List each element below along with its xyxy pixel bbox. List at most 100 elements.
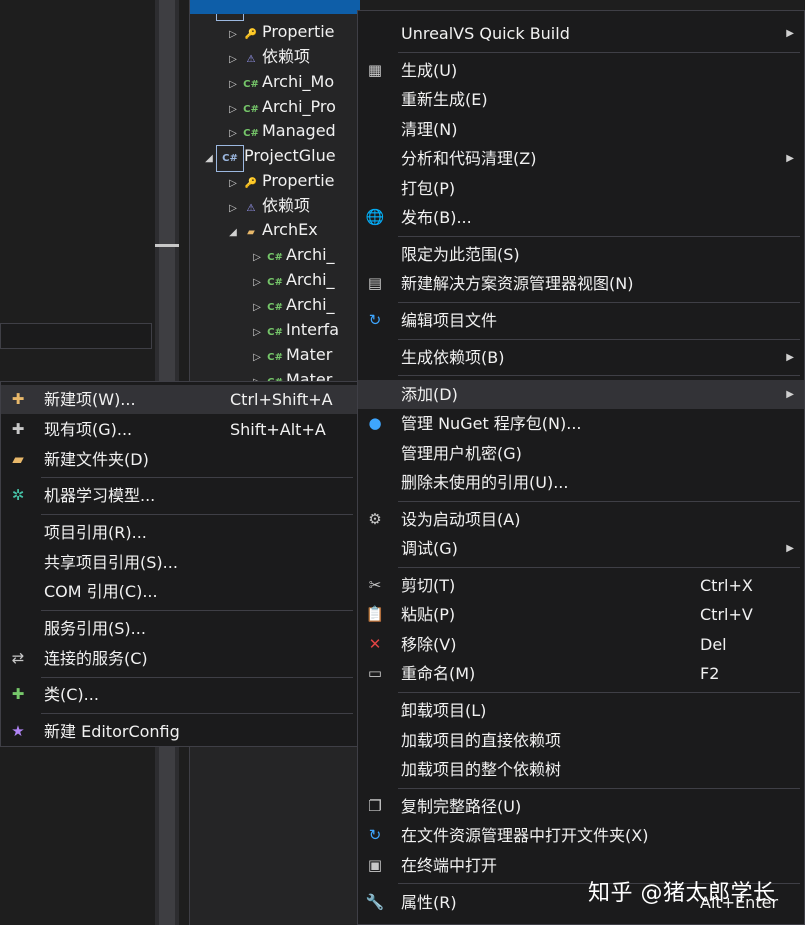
menu-item-label: 生成(U) (401, 60, 458, 80)
tree-item[interactable]: ▷ 🔑 Propertie (226, 19, 334, 44)
tree-item-label: Interfa (286, 320, 339, 339)
menu-item[interactable]: ⇄ 连接的服务(C) (1, 644, 357, 673)
tree-item[interactable]: ▷ C# Archi_Mo (226, 69, 334, 94)
menu-separator (398, 301, 800, 303)
menu-item[interactable]: 打包(P) (358, 174, 804, 203)
menu-item[interactable]: 🌐 发布(B)... (358, 203, 804, 232)
menu-item[interactable]: UnrealVS Quick Build ▶ (358, 19, 804, 48)
connected-service-icon: ⇄ (11, 648, 25, 667)
menu-item[interactable]: 共享项目引用(S)... (1, 548, 357, 577)
menu-item-label: 新建项(W)... (44, 390, 136, 409)
menu-item[interactable]: ▰ 新建文件夹(D) (1, 445, 357, 474)
menu-item[interactable]: ▭ 重命名(M) F2 (358, 659, 804, 688)
paste-icon: 📋 (365, 605, 385, 624)
tree-item[interactable]: ◢ ▰ ArchEx (226, 217, 318, 242)
tree-item[interactable]: ▷ C# Archi_ (250, 292, 334, 317)
menu-item[interactable]: COM 引用(C)... (1, 577, 357, 606)
menu-item-shortcut: F2 (700, 664, 720, 684)
tree-item-label: Archi_ (286, 270, 335, 289)
menu-item[interactable]: 清理(N) (358, 115, 804, 144)
menu-item[interactable]: 分析和代码清理(Z) ▶ (358, 144, 804, 173)
tree-item[interactable]: ▷C#Mater (250, 342, 332, 367)
menu-item[interactable]: ↻ 编辑项目文件 (358, 306, 804, 335)
menu-item[interactable]: 📋 粘贴(P) Ctrl+V (358, 600, 804, 629)
tree-item[interactable]: ▷ C# Archi_Pro (226, 94, 336, 119)
menu-item[interactable]: 重新生成(E) (358, 85, 804, 114)
tree-item[interactable]: ◢ C# ProjectGlue (202, 143, 336, 172)
menu-separator (41, 713, 353, 715)
tree-item[interactable]: ▷ ⚠ 依赖项 (226, 44, 310, 69)
submenu-arrow-icon: ▶ (786, 388, 794, 400)
menu-item-label: 加载项目的整个依赖树 (401, 760, 562, 780)
menu-item-label: 新建文件夹(D) (44, 449, 149, 469)
menu-item-label: 加载项目的直接依赖项 (401, 730, 562, 750)
menu-item[interactable]: 限定为此范围(S) (358, 240, 804, 269)
menu-item-shortcut: Ctrl+Shift+A (230, 390, 333, 409)
menu-separator (398, 51, 800, 53)
menu-separator (398, 566, 800, 568)
menu-item-label: UnrealVS Quick Build (401, 24, 570, 43)
menu-item[interactable]: ✚ 类(C)... (1, 680, 357, 709)
tree-item[interactable]: ▷ C# Interfa (250, 317, 339, 342)
tree-item-label: Managed (262, 121, 336, 140)
menu-item-label: 重命名(M) (401, 664, 476, 684)
nuget-icon: ● (368, 414, 382, 432)
menu-separator (41, 477, 353, 479)
menu-item[interactable]: 服务引用(S)... (1, 614, 357, 643)
menu-item[interactable]: ▤ 新建解决方案资源管理器视图(N) (358, 269, 804, 298)
new-view-icon: ▤ (367, 274, 383, 293)
tree-item-label: Archi_Pro (262, 97, 336, 116)
menu-item[interactable]: 调试(G) ▶ (358, 534, 804, 563)
new-item-icon: ✚ (11, 390, 25, 408)
ml-model-icon: ✲ (11, 486, 25, 505)
collapse-arrow-icon[interactable]: ◢ (226, 220, 240, 245)
menu-item[interactable]: 加载项目的整个依赖树 (358, 755, 804, 784)
menu-item[interactable]: 生成依赖项(B) ▶ (358, 343, 804, 372)
tree-item[interactable]: ▷ C# Archi_ (250, 242, 335, 267)
menu-item[interactable]: ✲ 机器学习模型... (1, 481, 357, 510)
tree-item-label: 依赖项 (262, 196, 311, 215)
menu-item[interactable]: 删除未使用的引用(U)... (358, 468, 804, 497)
tree-item[interactable]: ▷ ⚠ 依赖项 (226, 193, 310, 218)
menu-item-shortcut: Ctrl+V (700, 605, 753, 625)
menu-item-label: 限定为此范围(S) (401, 244, 520, 264)
rename-icon: ▭ (367, 664, 383, 683)
menu-item[interactable]: 添加(D) ▶ (358, 379, 804, 409)
menu-item[interactable]: 管理用户机密(G) (358, 439, 804, 468)
menu-item[interactable]: ✚ 新建项(W)... Ctrl+Shift+A (1, 385, 357, 414)
menu-item[interactable]: ★ 新建 EditorConfig (1, 717, 357, 746)
menu-item[interactable]: ✂ 剪切(T) Ctrl+X (358, 571, 804, 600)
tree-selected-row[interactable] (190, 0, 360, 14)
menu-item[interactable]: ❐ 复制完整路径(U) (358, 792, 804, 821)
menu-item[interactable]: ● 管理 NuGet 程序包(N)... (358, 409, 804, 438)
add-submenu: ✚ 新建项(W)... Ctrl+Shift+A ✚ 现有项(G)... Shift+Al… (0, 381, 358, 747)
gear-icon: ⚙ (368, 509, 382, 528)
menu-item[interactable]: ✚ 现有项(G)... Shift+Alt+A (1, 415, 357, 444)
menu-item[interactable]: ↻ 在文件资源管理器中打开文件夹(X) (358, 821, 804, 850)
watermark: 知乎 @猪太郎学长 (588, 881, 776, 906)
menu-item-label: 在终端中打开 (401, 855, 498, 875)
menu-item-label: 连接的服务(C) (44, 648, 148, 668)
tree-item[interactable]: ▷ C# Managed (226, 118, 336, 143)
menu-item[interactable]: ▦ 生成(U) (358, 56, 804, 85)
tree-item-label: Archi_ (286, 245, 335, 264)
menu-item-label: 添加(D) (401, 384, 458, 404)
left-input-box[interactable] (0, 323, 152, 349)
menu-item-label: 现有项(G)... (44, 419, 133, 439)
tree-item[interactable]: ▷ 🔑 Propertie (226, 168, 334, 193)
copy-icon: ❐ (368, 796, 382, 815)
refresh-icon: ↻ (368, 311, 382, 330)
submenu-arrow-icon: ▶ (786, 28, 794, 39)
collapse-arrow-icon[interactable]: ◢ (202, 146, 216, 171)
menu-separator (398, 500, 800, 502)
scrollbar-marker (155, 244, 179, 247)
tree-item[interactable]: ▷ C# Archi_ (250, 267, 335, 292)
menu-item[interactable]: 卸载项目(L) (358, 696, 804, 725)
menu-item-label: 剪切(T) (401, 575, 456, 595)
menu-item[interactable]: 项目引用(R)... (1, 518, 357, 547)
menu-item[interactable]: ✕ 移除(V) Del (358, 630, 804, 659)
menu-item[interactable]: 加载项目的直接依赖项 (358, 726, 804, 755)
menu-item[interactable]: ⚙ 设为启动项目(A) (358, 505, 804, 534)
menu-item-label: 复制完整路径(U) (401, 796, 522, 816)
menu-item-label: 新建 EditorConfig (44, 722, 180, 741)
